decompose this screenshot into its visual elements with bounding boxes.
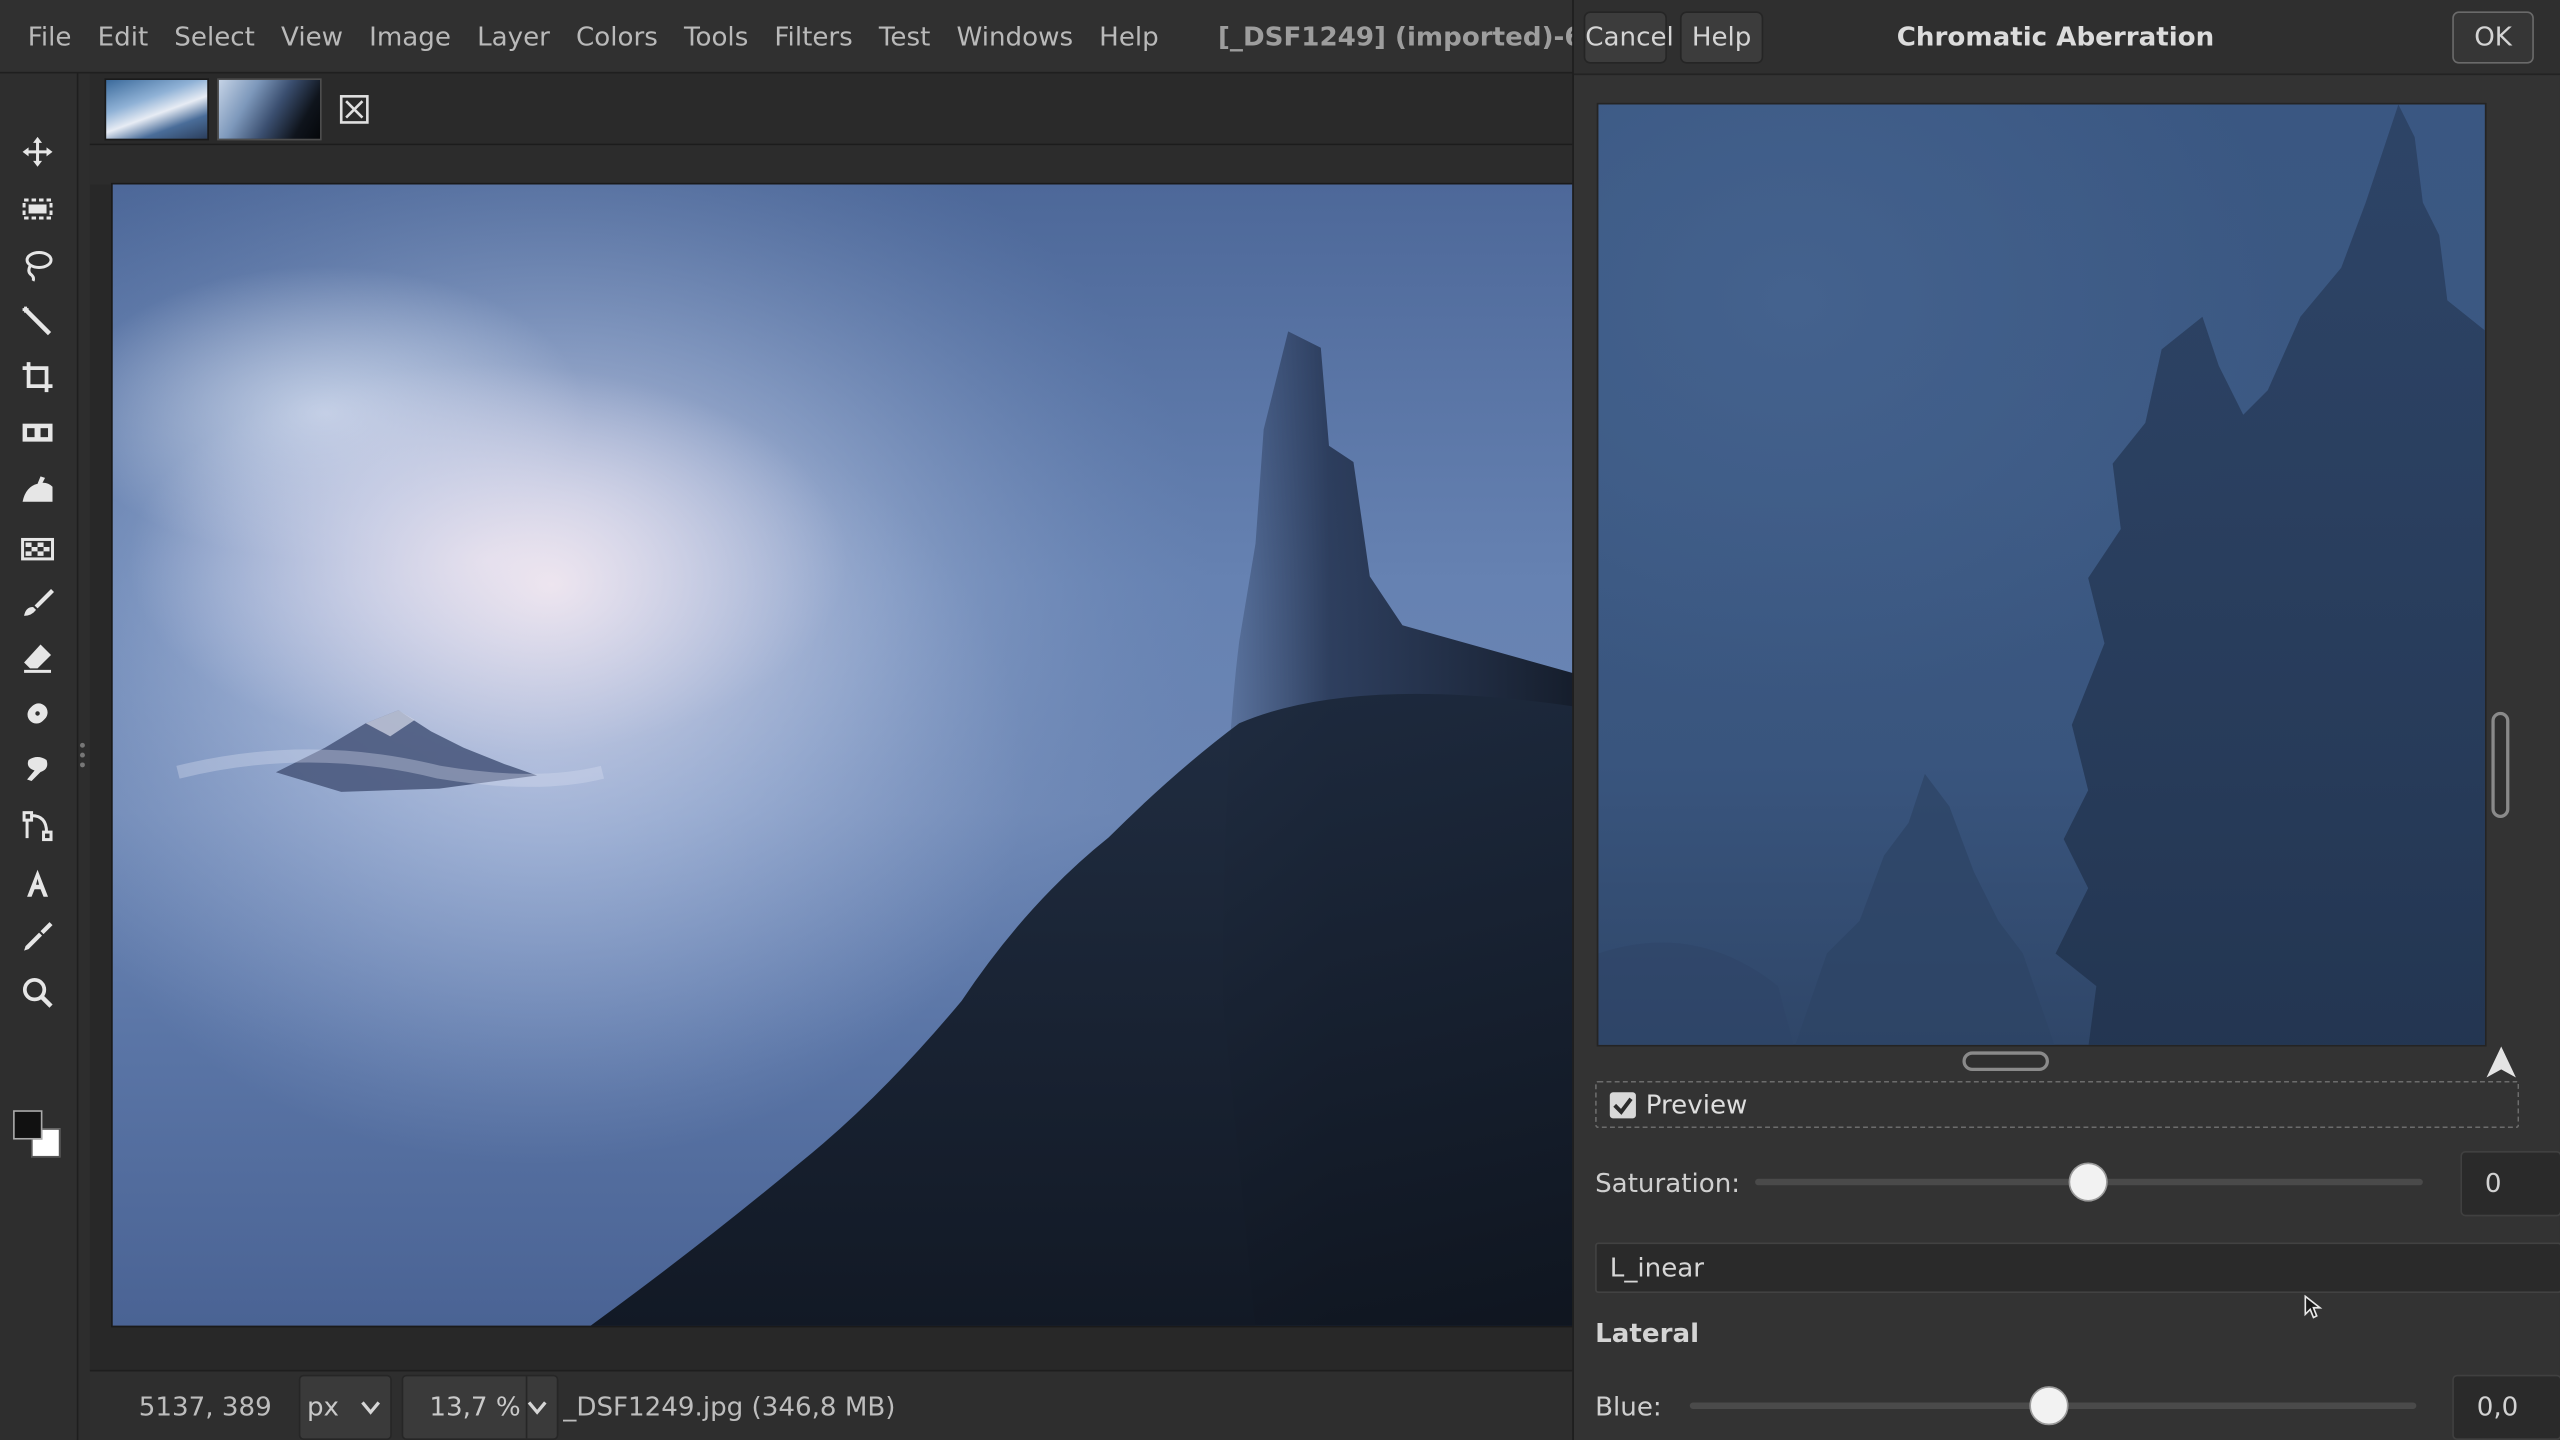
preview-horizontal-scrollbar[interactable] bbox=[1962, 1051, 2049, 1072]
statusbar: 5137, 389 px 13,7 % _DSF1249.jpg (346,8 … bbox=[89, 1369, 1576, 1440]
lasso-tool-icon[interactable] bbox=[16, 243, 58, 285]
menu-filters[interactable]: Filters bbox=[761, 0, 865, 73]
move-tool-icon[interactable] bbox=[16, 131, 58, 173]
menu-test[interactable]: Test bbox=[866, 0, 944, 73]
saturation-input[interactable]: 0 bbox=[2460, 1151, 2560, 1217]
unified-transform-tool-icon[interactable] bbox=[16, 411, 58, 453]
navigate-icon[interactable] bbox=[2483, 1045, 2519, 1081]
image-tab-thumbnail-2[interactable] bbox=[217, 78, 322, 141]
preview-label: Preview bbox=[1645, 1088, 1748, 1120]
cancel-button[interactable]: Cancel bbox=[1583, 11, 1674, 64]
preview-area[interactable] bbox=[1596, 102, 2487, 1047]
landscape-image bbox=[112, 184, 1574, 1326]
preview-toggle[interactable]: Preview bbox=[1595, 1080, 2520, 1129]
rect-select-tool-icon[interactable] bbox=[16, 188, 58, 230]
warp-tool-icon[interactable] bbox=[16, 469, 58, 511]
menu-file[interactable]: File bbox=[0, 0, 85, 73]
window-title: [_DSF1249] (imported)-6.0 (RGB bbox=[1217, 21, 1576, 53]
fg-bg-colors[interactable] bbox=[10, 1107, 69, 1166]
eraser-tool-icon[interactable] bbox=[16, 637, 58, 679]
image-canvas[interactable] bbox=[111, 182, 1576, 1328]
help-button[interactable]: Help bbox=[1679, 11, 1764, 64]
menu-edit[interactable]: Edit bbox=[85, 0, 162, 73]
preview-vertical-scrollbar[interactable] bbox=[2491, 711, 2510, 818]
menubar: File Edit Select View Image Layer Colors… bbox=[0, 0, 1576, 74]
image-tabs bbox=[89, 73, 1576, 146]
checkmark-icon bbox=[1613, 1097, 1633, 1115]
image-tab-thumbnail-1[interactable] bbox=[104, 78, 209, 141]
menu-tools[interactable]: Tools bbox=[671, 0, 761, 73]
gimp-window: File Edit Select View Image Layer Colors… bbox=[0, 0, 2560, 1440]
gradient-tool-icon[interactable] bbox=[16, 526, 58, 568]
mouse-cursor-icon bbox=[2304, 1294, 2323, 1319]
saturation-slider-handle[interactable] bbox=[2068, 1162, 2108, 1202]
blue-label: Blue: bbox=[1595, 1391, 1662, 1423]
crop-tool-icon[interactable] bbox=[16, 356, 58, 398]
fuzzy-select-tool-icon[interactable] bbox=[16, 300, 58, 342]
menu-layer[interactable]: Layer bbox=[464, 0, 563, 73]
smudge-tool-icon[interactable] bbox=[16, 748, 58, 790]
preview-checkbox[interactable] bbox=[1609, 1092, 1636, 1119]
menu-view[interactable]: View bbox=[268, 0, 356, 73]
zoom-value[interactable]: 13,7 % bbox=[429, 1391, 520, 1422]
dialog-title: Chromatic Aberration bbox=[1896, 21, 2215, 53]
close-image-icon[interactable] bbox=[327, 80, 383, 139]
menu-image[interactable]: Image bbox=[356, 0, 464, 73]
chevron-down-icon bbox=[361, 1401, 381, 1415]
foreground-color[interactable] bbox=[13, 1110, 43, 1140]
zoom-select[interactable]: 13,7 % bbox=[401, 1374, 559, 1440]
saturation-label: Saturation: bbox=[1595, 1167, 1741, 1199]
preview-image bbox=[1598, 104, 2485, 1045]
paths-tool-icon[interactable] bbox=[16, 805, 58, 847]
unit-value: px bbox=[306, 1391, 339, 1423]
paintbrush-tool-icon[interactable] bbox=[16, 581, 58, 623]
canvas-area[interactable] bbox=[89, 145, 1576, 1370]
file-info: _DSF1249.jpg (346,8 MB) bbox=[563, 1391, 896, 1423]
menu-colors[interactable]: Colors bbox=[563, 0, 671, 73]
ok-button[interactable]: OK bbox=[2452, 11, 2534, 64]
pointer-coordinates: 5137, 389 bbox=[138, 1391, 272, 1423]
menu-windows[interactable]: Windows bbox=[943, 0, 1086, 73]
blue-input[interactable]: 0,0 bbox=[2452, 1374, 2560, 1440]
chromatic-aberration-dialog: Cancel Help Chromatic Aberration OK Prev… bbox=[1572, 0, 2560, 1440]
chevron-down-icon[interactable] bbox=[524, 1394, 550, 1420]
unit-select[interactable]: px bbox=[298, 1374, 392, 1440]
toolbox bbox=[0, 73, 79, 1440]
dock-resize-handle[interactable] bbox=[79, 742, 87, 776]
heal-tool-icon[interactable] bbox=[16, 692, 58, 734]
lateral-section-title: Lateral bbox=[1595, 1317, 1700, 1349]
dialog-header: Cancel Help Chromatic Aberration OK bbox=[1573, 0, 2560, 76]
blue-slider-handle[interactable] bbox=[2029, 1386, 2069, 1426]
mode-combo[interactable]: L_inear bbox=[1595, 1242, 2560, 1294]
color-picker-tool-icon[interactable] bbox=[16, 916, 58, 958]
menu-help[interactable]: Help bbox=[1086, 0, 1172, 73]
text-tool-icon[interactable] bbox=[16, 862, 58, 904]
zoom-tool-icon[interactable] bbox=[16, 971, 58, 1013]
menu-select[interactable]: Select bbox=[161, 0, 268, 73]
